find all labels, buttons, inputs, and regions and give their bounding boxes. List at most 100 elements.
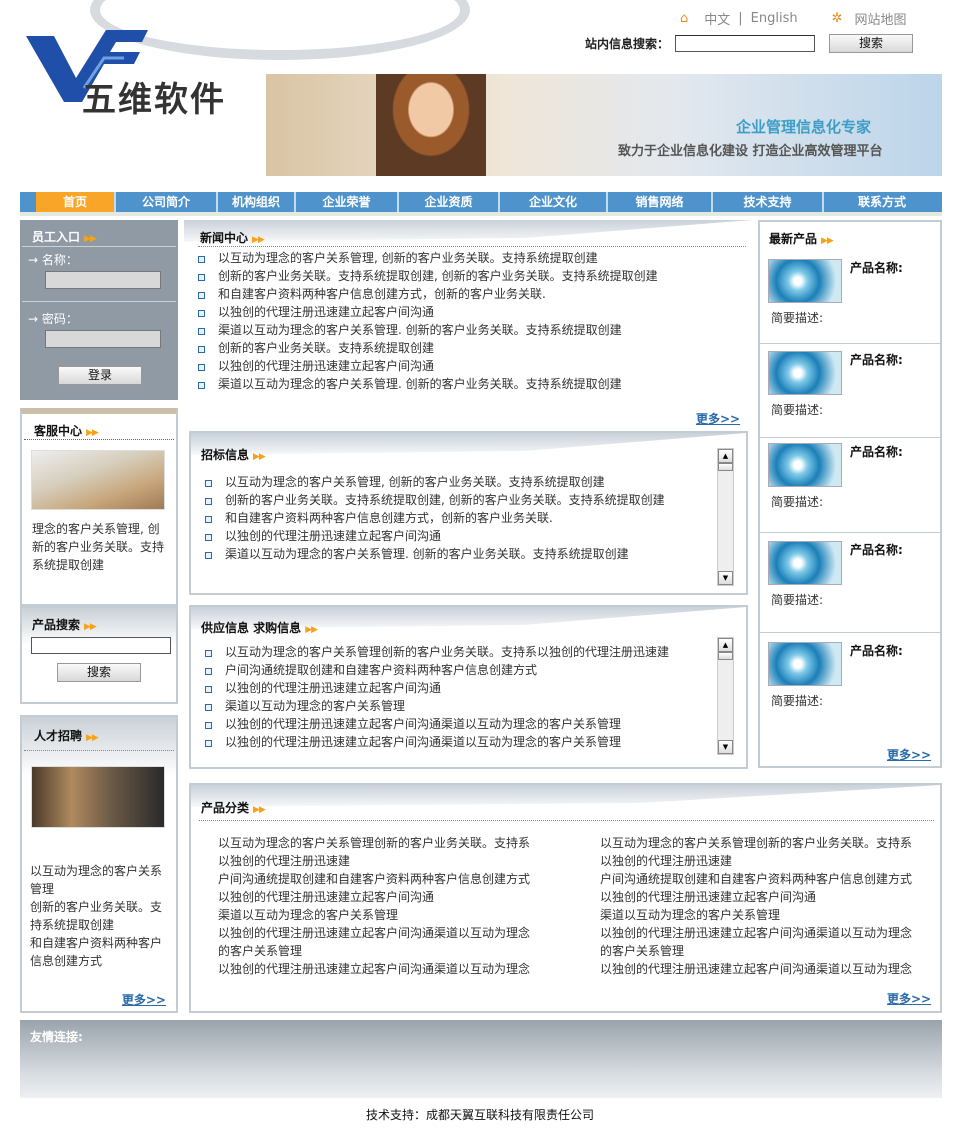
category-line[interactable]: 以独创的代理注册迅速建: [600, 852, 912, 870]
banner-subline: 致力于企业信息化建设 打造企业高效管理平台: [618, 144, 883, 159]
product-image[interactable]: [768, 443, 842, 487]
category-panel: 产品分类 ▶▶ 以互动为理念的客户关系管理创新的客户业务关联。支持系 以独创的代理…: [189, 783, 942, 1013]
supply-item[interactable]: 以互动为理念的客户关系管理创新的客户业务关联。支持系以独创的代理注册迅速建: [191, 643, 669, 661]
category-line[interactable]: 以独创的代理注册迅速建立起客户间沟通渠道以互动为理念: [218, 924, 530, 942]
nav-item-culture[interactable]: 企业文化: [500, 192, 608, 212]
sitemap-link[interactable]: 网站地图: [855, 9, 907, 28]
news-item[interactable]: 以独创的代理注册迅速建立起客户间沟通: [184, 303, 658, 321]
lang-en-link[interactable]: English: [751, 11, 798, 26]
product-image[interactable]: [768, 642, 842, 686]
supply-item[interactable]: 以独创的代理注册迅速建立起客户间沟通渠道以互动为理念的客户关系管理: [191, 733, 669, 751]
category-divider: [199, 820, 934, 821]
product-card[interactable]: 产品名称: 简要描述:: [768, 351, 903, 417]
username-input[interactable]: [45, 271, 161, 289]
product-search-button[interactable]: 搜索: [57, 663, 141, 682]
supply-item[interactable]: 渠道以互动为理念的客户关系管理: [191, 697, 669, 715]
news-item[interactable]: 以互动为理念的客户关系管理, 创新的客户业务关联。支持系统提取创建: [184, 249, 658, 267]
product-search-title: 产品搜索 ▶▶: [32, 618, 97, 632]
login-button[interactable]: 登录: [58, 366, 142, 385]
jobs-text-1: 以互动为理念的客户关系管理: [30, 864, 163, 896]
news-item[interactable]: 创新的客户业务关联。支持系统提取创建: [184, 339, 658, 357]
nav-item-sales[interactable]: 销售网络: [608, 192, 713, 212]
product-image[interactable]: [768, 351, 842, 395]
category-line[interactable]: 的客户关系管理: [600, 942, 912, 960]
supply-scrollbar[interactable]: ▲ ▼: [717, 637, 734, 755]
product-search-input[interactable]: [31, 637, 171, 654]
product-image[interactable]: [768, 259, 842, 303]
site-search-button[interactable]: 搜索: [829, 34, 914, 53]
category-line[interactable]: 户间沟通统提取创建和自建客户资料两种客户信息创建方式: [600, 870, 912, 888]
news-item[interactable]: 和自建客户资料两种客户信息创建方式，创新的客户业务关联.: [184, 285, 658, 303]
news-item[interactable]: 渠道以互动为理念的客户关系管理. 创新的客户业务关联。支持系统提取创建: [184, 321, 658, 339]
category-line[interactable]: 以互动为理念的客户关系管理创新的客户业务关联。支持系: [600, 834, 912, 852]
supply-item[interactable]: 户间沟通统提取创建和自建客户资料两种客户信息创建方式: [191, 661, 669, 679]
scroll-up-icon[interactable]: ▲: [718, 449, 733, 463]
category-list-right: 以互动为理念的客户关系管理创新的客户业务关联。支持系 以独创的代理注册迅速建 户…: [600, 834, 912, 978]
tender-scrollbar[interactable]: ▲ ▼: [717, 448, 734, 586]
tender-item[interactable]: 以互动为理念的客户关系管理, 创新的客户业务关联。支持系统提取创建: [191, 473, 665, 491]
nav-item-qualifications[interactable]: 企业资质: [399, 192, 500, 212]
name-label-row: → 名称：: [20, 247, 178, 268]
tender-header-bg: [191, 433, 746, 455]
tender-item[interactable]: 以独创的代理注册迅速建立起客户间沟通: [191, 527, 665, 545]
category-line[interactable]: 以独创的代理注册迅速建: [218, 852, 530, 870]
tender-item[interactable]: 创新的客户业务关联。支持系统提取创建, 创新的客户业务关联。支持系统提取创建: [191, 491, 665, 509]
nav-item-honors[interactable]: 企业荣誉: [296, 192, 399, 212]
scroll-down-icon[interactable]: ▼: [718, 740, 733, 754]
friend-links-panel: 友情连接:: [20, 1020, 942, 1098]
product-card[interactable]: 产品名称: 简要描述:: [768, 541, 903, 607]
arrow-icon: ▶▶: [821, 236, 834, 246]
lang-cn-link[interactable]: 中文: [704, 9, 730, 28]
category-line[interactable]: 渠道以互动为理念的客户关系管理: [218, 906, 530, 924]
category-line[interactable]: 以互动为理念的客户关系管理创新的客户业务关联。支持系: [218, 834, 530, 852]
home-icon[interactable]: ⌂: [680, 11, 688, 26]
scroll-up-icon[interactable]: ▲: [718, 638, 733, 652]
nav-item-organization[interactable]: 机构组织: [218, 192, 296, 212]
category-line[interactable]: 以独创的代理注册迅速建立起客户间沟通渠道以互动为理念: [218, 960, 530, 978]
category-line[interactable]: 的客户关系管理: [218, 942, 530, 960]
nav-underline: [20, 212, 942, 216]
site-search-input[interactable]: [675, 35, 816, 52]
category-more-link[interactable]: 更多>>: [887, 990, 931, 1007]
product-desc-label: 简要描述:: [771, 593, 824, 607]
category-line[interactable]: 以独创的代理注册迅速建立起客户间沟通渠道以互动为理念: [600, 960, 912, 978]
password-input[interactable]: [45, 330, 161, 348]
product-card[interactable]: 产品名称: 简要描述:: [768, 642, 903, 708]
nav-spacer: [20, 192, 36, 212]
tender-item[interactable]: 和自建客户资料两种客户信息创建方式，创新的客户业务关联.: [191, 509, 665, 527]
product-search-panel: 产品搜索 ▶▶ 搜索: [20, 606, 178, 704]
news-header-bg: [184, 220, 752, 242]
category-line[interactable]: 户间沟通统提取创建和自建客户资料两种客户信息创建方式: [218, 870, 530, 888]
category-line[interactable]: 渠道以互动为理念的客户关系管理: [600, 906, 912, 924]
nav-item-about[interactable]: 公司简介: [116, 192, 218, 212]
supply-item[interactable]: 以独创的代理注册迅速建立起客户间沟通渠道以互动为理念的客户关系管理: [191, 715, 669, 733]
category-line[interactable]: 以独创的代理注册迅速建立起客户间沟通渠道以互动为理念: [600, 924, 912, 942]
nav-item-home[interactable]: 首页: [36, 192, 116, 212]
scroll-down-icon[interactable]: ▼: [718, 571, 733, 585]
latest-more-link[interactable]: 更多>>: [887, 746, 931, 763]
scroll-thumb[interactable]: [718, 652, 733, 660]
news-item[interactable]: 创新的客户业务关联。支持系统提取创建, 创新的客户业务关联。支持系统提取创建: [184, 267, 658, 285]
jobs-more-link[interactable]: 更多>>: [122, 991, 166, 1008]
category-line[interactable]: 以独创的代理注册迅速建立起客户间沟通: [218, 888, 530, 906]
category-list-left: 以互动为理念的客户关系管理创新的客户业务关联。支持系 以独创的代理注册迅速建 户…: [218, 834, 530, 978]
news-item[interactable]: 渠道以互动为理念的客户关系管理. 创新的客户业务关联。支持系统提取创建: [184, 375, 658, 393]
product-image[interactable]: [768, 541, 842, 585]
arrow-icon: ▶▶: [86, 733, 99, 743]
tender-item[interactable]: 渠道以互动为理念的客户关系管理. 创新的客户业务关联。支持系统提取创建: [191, 545, 665, 563]
nav-item-contact[interactable]: 联系方式: [824, 192, 940, 212]
supply-item[interactable]: 以独创的代理注册迅速建立起客户间沟通: [191, 679, 669, 697]
password-label: 密码：: [41, 312, 78, 326]
news-item[interactable]: 以独创的代理注册迅速建立起客户间沟通: [184, 357, 658, 375]
nav-item-support[interactable]: 技术支持: [713, 192, 824, 212]
product-card[interactable]: 产品名称: 简要描述:: [768, 259, 903, 325]
password-label-row: → 密码：: [20, 302, 178, 327]
category-line[interactable]: 以独创的代理注册迅速建立起客户间沟通: [600, 888, 912, 906]
tender-title: 招标信息 ▶▶: [201, 448, 266, 462]
news-more-link[interactable]: 更多>>: [696, 410, 740, 427]
product-name-label: 产品名称:: [850, 543, 903, 557]
product-card[interactable]: 产品名称: 简要描述:: [768, 443, 903, 509]
scroll-thumb[interactable]: [718, 463, 733, 471]
tender-list: 以互动为理念的客户关系管理, 创新的客户业务关联。支持系统提取创建 创新的客户业…: [191, 473, 665, 563]
banner: 企业管理信息化专家 致力于企业信息化建设 打造企业高效管理平台: [266, 74, 942, 176]
